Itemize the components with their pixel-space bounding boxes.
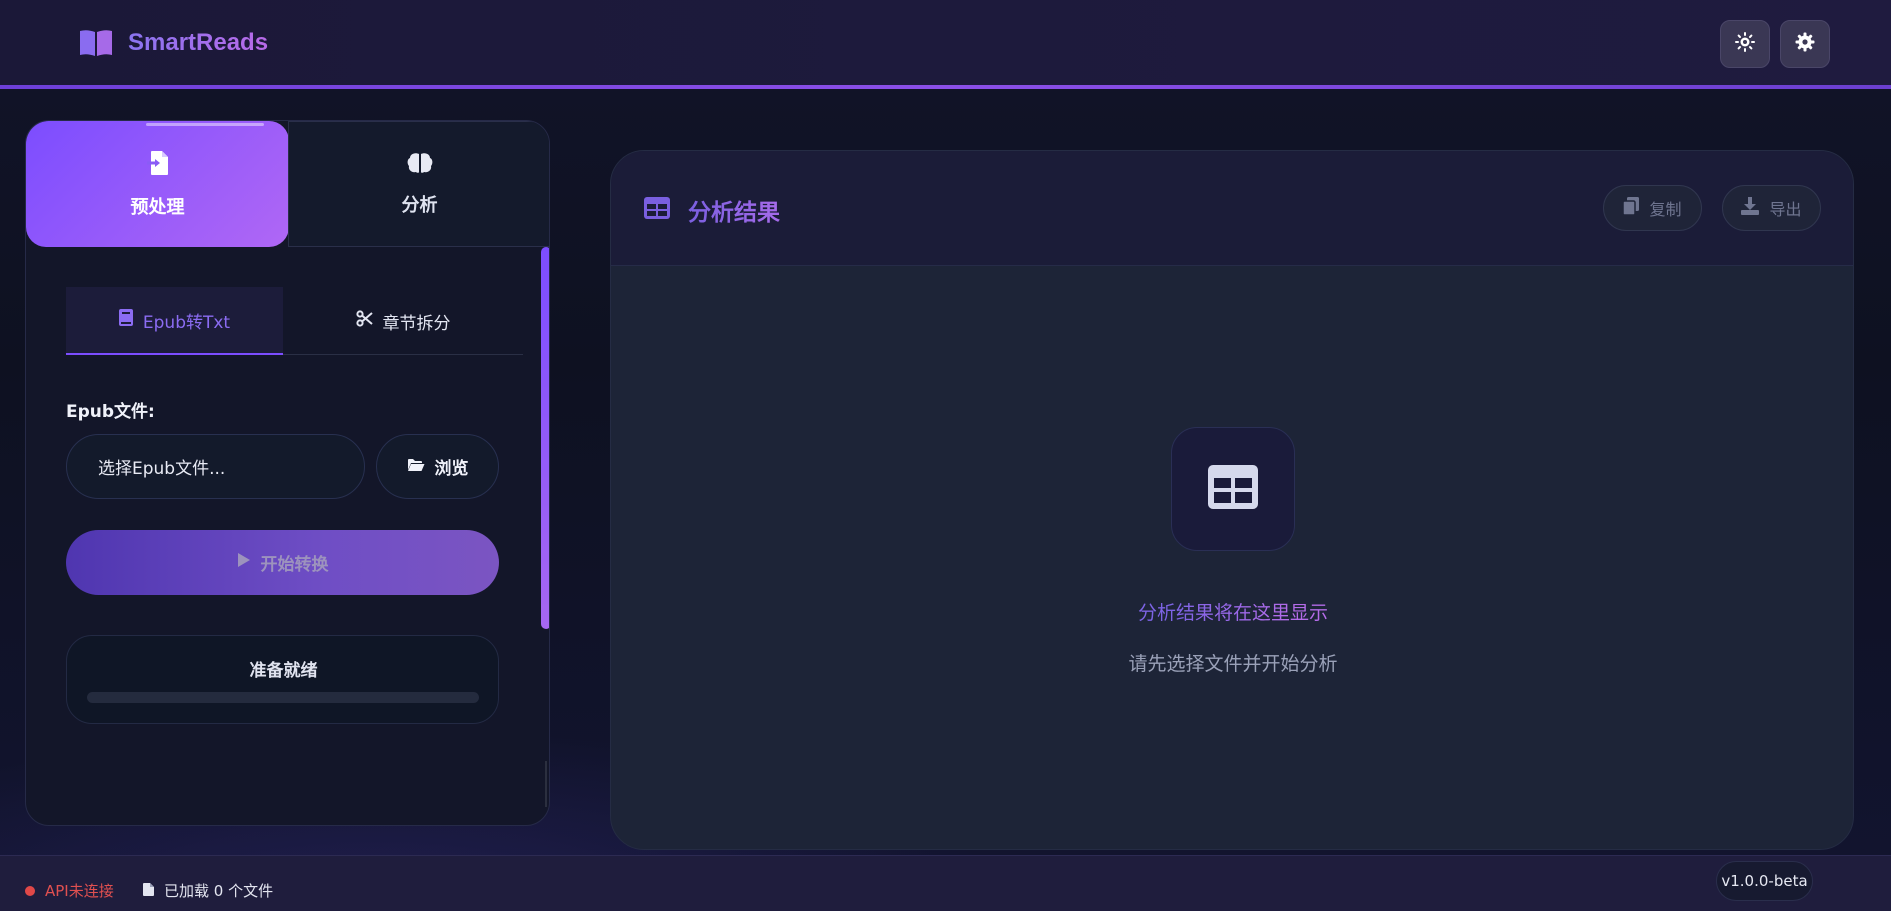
browse-button-label: 浏览 <box>434 459 469 479</box>
header-divider <box>0 85 1891 89</box>
results-panel: 分析结果 复制 导出 分析结果将在这里显示 请先选择文件并开始分析 <box>610 150 1854 850</box>
status-panel: 准备就绪 <box>66 635 499 724</box>
app-name: SmartReads <box>128 29 269 56</box>
mode-tabs: 预处理 分析 <box>26 121 549 247</box>
empty-state-icon-box <box>1171 427 1295 551</box>
results-header: 分析结果 复制 导出 <box>611 151 1853 266</box>
subtab-chapter-split-label: 章节拆分 <box>382 313 451 334</box>
theme-toggle-button[interactable] <box>1720 20 1770 68</box>
tab-analysis[interactable]: 分析 <box>288 121 549 247</box>
results-title: 分析结果 <box>688 193 780 227</box>
api-status-text: API未连接 <box>45 882 114 900</box>
brain-icon <box>407 152 433 179</box>
browse-button[interactable]: 浏览 <box>376 434 499 499</box>
file-icon <box>143 882 154 900</box>
progress-bar <box>87 692 479 703</box>
open-book-icon <box>78 28 114 58</box>
brand: SmartReads <box>78 28 268 58</box>
epub-file-input-value: 选择Epub文件... <box>98 459 226 479</box>
version-badge: v1.0.0-beta <box>1716 861 1813 901</box>
api-status: API未连接 <box>25 880 114 901</box>
epub-file-label: Epub文件: <box>66 402 155 422</box>
preprocess-subtabs: Epub转Txt 章节拆分 <box>66 287 523 355</box>
copy-button[interactable]: 复制 <box>1603 185 1702 231</box>
tab-preprocess-label: 预处理 <box>130 196 185 218</box>
scrollbar-thumb[interactable] <box>541 247 549 629</box>
export-button-label: 导出 <box>1769 200 1802 219</box>
export-button[interactable]: 导出 <box>1722 185 1821 231</box>
start-convert-button[interactable]: 开始转换 <box>66 530 499 595</box>
file-import-icon <box>146 150 170 181</box>
subtab-chapter-split[interactable]: 章节拆分 <box>283 287 523 355</box>
play-icon <box>237 552 251 573</box>
copy-button-label: 复制 <box>1649 200 1682 219</box>
gear-icon <box>1795 32 1815 56</box>
app-header: SmartReads <box>0 0 1891 86</box>
status-dot-icon <box>25 885 35 896</box>
folder-open-icon <box>407 457 425 477</box>
empty-state-title: 分析结果将在这里显示 <box>611 598 1853 625</box>
files-loaded: 已加载 0 个文件 <box>143 880 273 901</box>
tab-analysis-label: 分析 <box>401 194 438 216</box>
results-title-group: 分析结果 <box>644 193 780 227</box>
scrollbar-track-end <box>545 761 547 807</box>
table-icon <box>1208 465 1258 513</box>
subtab-epub-to-txt-label: Epub转Txt <box>142 312 231 333</box>
subtab-epub-to-txt[interactable]: Epub转Txt <box>66 287 283 355</box>
table-icon <box>644 197 670 223</box>
empty-state-subtitle: 请先选择文件并开始分析 <box>1128 653 1338 675</box>
copy-icon <box>1622 197 1640 219</box>
scissors-icon <box>355 310 373 332</box>
book-icon <box>118 309 133 331</box>
download-icon <box>1741 197 1760 219</box>
control-panel: 预处理 分析 Epub转Txt 章节拆分 Epub文件: 选择Epub文件...… <box>25 120 550 826</box>
tab-preprocess[interactable]: 预处理 <box>26 121 289 247</box>
settings-button[interactable] <box>1780 20 1830 68</box>
status-text: 准备就绪 <box>249 661 318 681</box>
start-convert-label: 开始转换 <box>260 555 329 575</box>
sun-icon <box>1735 32 1755 56</box>
status-bar: API未连接 已加载 0 个文件 <box>0 855 1891 911</box>
files-loaded-text: 已加载 0 个文件 <box>164 882 274 900</box>
epub-file-input[interactable]: 选择Epub文件... <box>66 434 365 499</box>
